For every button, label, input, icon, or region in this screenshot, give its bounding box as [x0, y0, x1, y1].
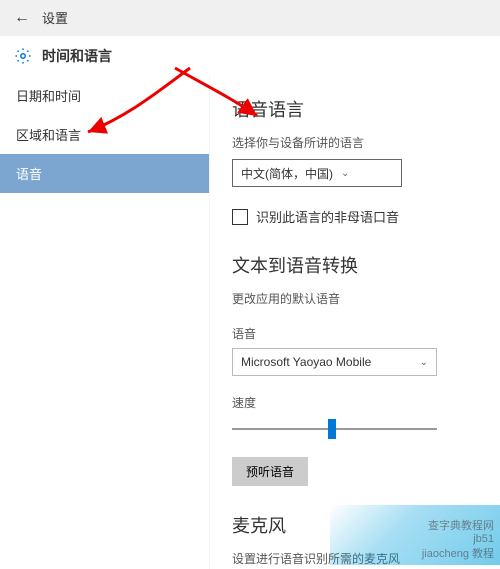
sidebar-item-region[interactable]: 区域和语言 [0, 115, 209, 154]
nonnative-accent-checkbox[interactable] [232, 209, 248, 225]
speech-language-dropdown[interactable]: 中文(简体，中国) ⌄ [232, 159, 402, 187]
dropdown-selected-value: 中文(简体，中国) [241, 165, 333, 182]
section-tts: 文本到语音转换 更改应用的默认语音 语音 Microsoft Yaoyao Mo… [232, 252, 478, 486]
page-title: 时间和语言 [42, 46, 112, 66]
speed-slider-wrap [232, 417, 437, 441]
slider-thumb[interactable] [328, 419, 336, 439]
gear-icon [14, 47, 32, 65]
section-title: 文本到语音转换 [232, 252, 478, 278]
speed-slider[interactable] [232, 417, 437, 441]
titlebar: ← 设置 [0, 0, 500, 36]
tts-desc: 更改应用的默认语音 [232, 290, 478, 307]
watermark-line: jb51 [473, 533, 494, 545]
speech-language-prompt: 选择你与设备所讲的语言 [232, 134, 478, 151]
sidebar-item-datetime[interactable]: 日期和时间 [0, 76, 209, 115]
content-pane: 语音语言 选择你与设备所讲的语言 中文(简体，中国) ⌄ 识别此语言的非母语口音… [210, 76, 500, 569]
sidebar-item-label: 日期和时间 [16, 89, 81, 104]
sidebar: 日期和时间 区域和语言 语音 [0, 76, 210, 569]
nonnative-accent-row: 识别此语言的非母语口音 [232, 207, 478, 226]
chevron-down-icon: ⌄ [341, 168, 349, 179]
watermark: 查字典教程网 jb51 jiaocheng 教程 [330, 505, 500, 565]
section-speech-language: 语音语言 选择你与设备所讲的语言 中文(简体，中国) ⌄ 识别此语言的非母语口音 [232, 96, 478, 226]
voice-dropdown[interactable]: Microsoft Yaoyao Mobile ⌄ [232, 348, 437, 376]
chevron-down-icon: ⌄ [420, 357, 428, 368]
sidebar-item-label: 区域和语言 [16, 128, 81, 143]
watermark-line: 查字典教程网 [428, 517, 494, 533]
sidebar-item-label: 语音 [16, 167, 42, 182]
speed-label: 速度 [232, 394, 478, 411]
checkbox-label: 识别此语言的非母语口音 [256, 207, 399, 226]
dropdown-selected-value: Microsoft Yaoyao Mobile [241, 355, 371, 369]
page-header: 时间和语言 [0, 36, 500, 76]
section-title: 语音语言 [232, 96, 478, 122]
voice-label: 语音 [232, 325, 478, 342]
back-button[interactable]: ← [14, 9, 30, 27]
preview-voice-button[interactable]: 预听语音 [232, 457, 308, 486]
window-title: 设置 [42, 8, 68, 27]
sidebar-item-speech[interactable]: 语音 [0, 154, 209, 193]
main-body: 日期和时间 区域和语言 语音 语音语言 选择你与设备所讲的语言 中文(简体，中国… [0, 76, 500, 569]
watermark-line: jiaocheng 教程 [422, 545, 494, 561]
